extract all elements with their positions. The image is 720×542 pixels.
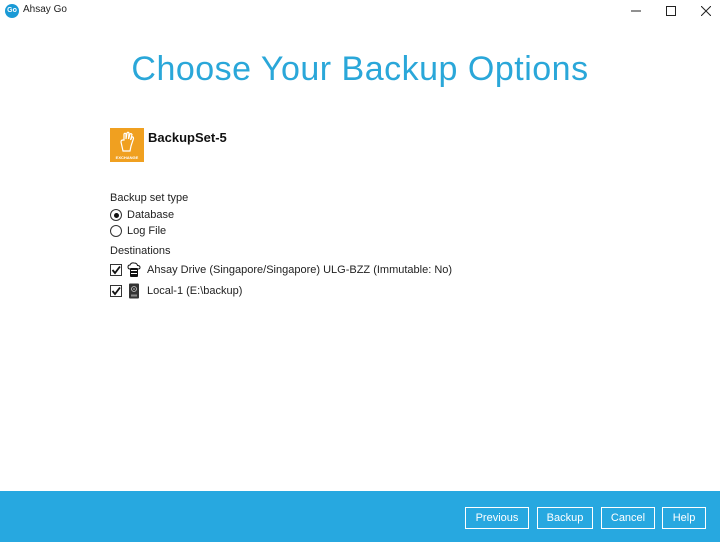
destinations-label: Destinations <box>110 245 171 257</box>
maximize-button[interactable] <box>653 0 689 22</box>
minimize-button[interactable] <box>618 0 654 22</box>
cloud-drive-icon <box>127 262 141 277</box>
destination-local-1[interactable]: Local-1 (E:\backup) <box>110 283 242 299</box>
window-title: Ahsay Go <box>23 4 67 15</box>
radio-label: Log File <box>127 225 167 237</box>
backup-type-label: Backup set type <box>110 192 189 204</box>
close-icon <box>701 6 711 16</box>
maximize-icon <box>666 6 676 16</box>
check-icon <box>111 265 121 275</box>
destination-checkbox[interactable] <box>110 285 122 297</box>
title-bar: Go Ahsay Go <box>0 0 720 22</box>
radio-log-file[interactable]: Log File <box>110 224 166 238</box>
destination-label: Ahsay Drive (Singapore/Singapore) ULG-BZ… <box>147 264 453 276</box>
previous-button[interactable]: Previous <box>465 507 529 529</box>
app-logo-icon: Go <box>5 4 19 18</box>
exchange-icon: EXCHANGE <box>110 128 144 162</box>
destination-ahsay-drive[interactable]: Ahsay Drive (Singapore/Singapore) ULG-BZ… <box>110 262 452 278</box>
footer-bar: Previous Backup Cancel Help <box>0 491 720 542</box>
exchange-hand-icon <box>120 131 135 152</box>
radio-button[interactable] <box>110 225 122 237</box>
help-button[interactable]: Help <box>662 507 706 529</box>
backup-set-name: BackupSet-5 <box>148 130 227 145</box>
destination-checkbox[interactable] <box>110 264 122 276</box>
page-title: Choose Your Backup Options <box>131 50 589 88</box>
destination-label: Local-1 (E:\backup) <box>147 285 243 297</box>
radio-button[interactable] <box>110 209 122 221</box>
backup-button[interactable]: Backup <box>537 507 593 529</box>
check-icon <box>111 286 121 296</box>
local-drive-icon <box>129 283 139 299</box>
radio-label: Database <box>127 209 175 221</box>
close-button[interactable] <box>688 0 720 22</box>
exchange-icon-caption: EXCHANGE <box>115 155 139 160</box>
minimize-icon <box>631 10 641 12</box>
radio-database[interactable]: Database <box>110 208 174 222</box>
cancel-button[interactable]: Cancel <box>601 507 655 529</box>
